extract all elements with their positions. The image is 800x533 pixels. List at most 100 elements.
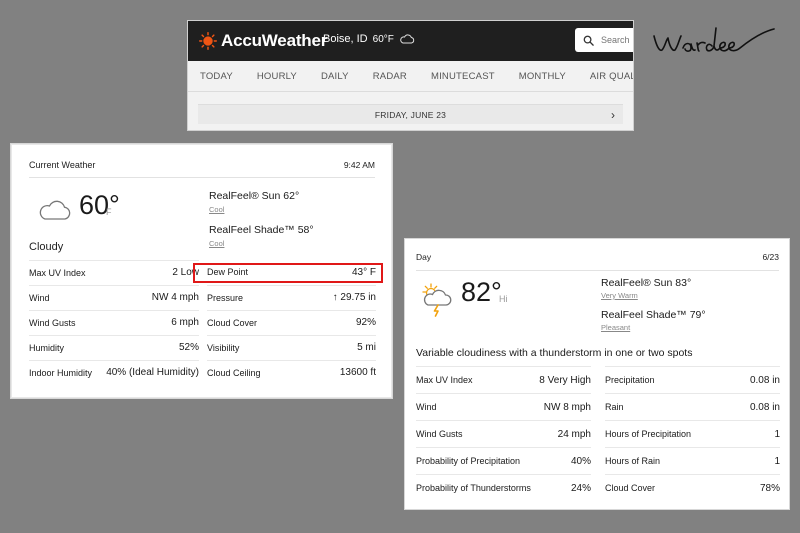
- location-name: Boise, ID: [323, 33, 368, 45]
- top-bar: AccuWeather Boise, ID 60°F: [188, 21, 633, 61]
- detail-value: 24 mph: [557, 428, 591, 440]
- detail-label: Wind Gusts: [29, 317, 76, 328]
- tab-air-quality[interactable]: AIR QUALITY: [590, 71, 633, 82]
- detail-value: 6 mph: [171, 317, 199, 328]
- detail-label: Rain: [605, 402, 624, 412]
- detail-label: Probability of Thunderstorms: [416, 483, 531, 493]
- detail-label: Wind: [416, 402, 437, 412]
- card-title: Day: [416, 252, 432, 262]
- detail-label: Indoor Humidity: [29, 367, 93, 378]
- tab-daily[interactable]: DAILY: [321, 71, 349, 82]
- detail-label: Cloud Ceiling: [207, 367, 261, 378]
- temperature-unit: F: [106, 207, 112, 217]
- detail-label: Visibility: [207, 342, 240, 353]
- detail-label: Humidity: [29, 342, 65, 353]
- thunderstorm-icon: [422, 283, 452, 317]
- detail-row-cloud-ceiling: Cloud Ceiling 13600 ft: [207, 360, 376, 384]
- detail-value: 40%: [570, 455, 591, 467]
- detail-row-precip-probability: Probability of Precipitation 40%: [416, 447, 591, 474]
- tab-hourly[interactable]: HOURLY: [257, 71, 297, 82]
- tab-minutecast[interactable]: MINUTECAST: [431, 71, 495, 82]
- realfeel-shade: RealFeel Shade™ 58°: [209, 224, 314, 236]
- detail-label: Hours of Precipitation: [605, 429, 692, 439]
- detail-value: 13600 ft: [339, 367, 376, 378]
- divider: [416, 270, 779, 271]
- detail-value: 92%: [355, 317, 376, 328]
- detail-value: 78%: [759, 482, 780, 494]
- realfeel-sun: RealFeel® Sun 83°: [601, 277, 692, 289]
- detail-label: Cloud Cover: [605, 483, 656, 493]
- detail-row-hours-rain: Hours of Rain 1: [605, 447, 780, 474]
- detail-row-hours-precipitation: Hours of Precipitation 1: [605, 420, 780, 447]
- realfeel-sun-desc[interactable]: Cool: [209, 205, 224, 214]
- chevron-right-icon[interactable]: ›: [611, 108, 615, 122]
- location-temp: 60°F: [372, 33, 394, 45]
- current-location[interactable]: Boise, ID 60°F: [323, 33, 415, 45]
- forecast-date: 6/23: [762, 252, 779, 262]
- detail-row-humidity: Humidity 52%: [29, 335, 199, 359]
- high-label: Hi: [499, 294, 508, 304]
- search-box[interactable]: [575, 28, 633, 52]
- detail-row-wind: Wind NW 8 mph: [416, 393, 591, 420]
- detail-row-thunderstorm-probability: Probability of Thunderstorms 24%: [416, 474, 591, 501]
- search-input[interactable]: [601, 35, 633, 45]
- accuweather-logo[interactable]: AccuWeather: [199, 30, 327, 52]
- detail-label: Hours of Rain: [605, 456, 661, 466]
- forecast-summary: Variable cloudiness with a thunderstorm …: [416, 347, 693, 359]
- detail-row-pressure: Pressure ↑ 29.75 in: [207, 285, 376, 309]
- card-title: Current Weather: [29, 160, 96, 170]
- detail-label: Max UV Index: [29, 267, 86, 278]
- date-label: FRIDAY, JUNE 23: [374, 110, 447, 120]
- detail-value: ↑ 29.75 in: [332, 292, 376, 303]
- realfeel-sun-desc[interactable]: Very Warm: [601, 291, 638, 300]
- divider: [29, 177, 375, 178]
- cloudy-icon: [39, 200, 71, 220]
- brand-name: AccuWeather: [221, 31, 328, 50]
- detail-value: 1: [774, 428, 780, 440]
- search-icon: [583, 35, 594, 46]
- detail-label: Precipitation: [605, 375, 655, 385]
- accuweather-header-card: AccuWeather Boise, ID 60°F TODAY HOURLY …: [187, 20, 634, 131]
- detail-label: Cloud Cover: [207, 317, 258, 328]
- realfeel-shade-desc[interactable]: Cool: [209, 239, 224, 248]
- tab-monthly[interactable]: MONTHLY: [519, 71, 566, 82]
- tab-today[interactable]: TODAY: [200, 71, 233, 82]
- sun-logo-icon: [199, 32, 217, 50]
- detail-row-visibility: Visibility 5 mi: [207, 335, 376, 359]
- current-temperature: 60°: [79, 190, 120, 220]
- detail-label: Probability of Precipitation: [416, 456, 521, 466]
- detail-row-max-uv: Max UV Index 8 Very High: [416, 366, 591, 393]
- observation-time: 9:42 AM: [343, 160, 375, 170]
- weather-phrase: Cloudy: [29, 241, 64, 253]
- day-high-temperature: 82°: [461, 277, 502, 307]
- detail-value: 52%: [178, 342, 199, 353]
- detail-label: Max UV Index: [416, 375, 473, 385]
- detail-row-cloud-cover: Cloud Cover 78%: [605, 474, 780, 501]
- detail-row-precipitation: Precipitation 0.08 in: [605, 366, 780, 393]
- detail-value: 5 mi: [357, 342, 376, 353]
- detail-row-wind-gusts: Wind Gusts 24 mph: [416, 420, 591, 447]
- detail-label: Pressure: [207, 292, 244, 303]
- detail-value: 40% (Ideal Humidity): [106, 367, 199, 378]
- cloud-icon: [400, 34, 415, 44]
- detail-row-indoor-humidity: Indoor Humidity 40% (Ideal Humidity): [29, 360, 199, 384]
- detail-value: 24%: [570, 482, 591, 494]
- detail-row-wind-gusts: Wind Gusts 6 mph: [29, 310, 199, 334]
- tab-radar[interactable]: RADAR: [373, 71, 407, 82]
- nav-tabs: TODAY HOURLY DAILY RADAR MINUTECAST MONT…: [188, 61, 633, 92]
- detail-value: 0.08 in: [749, 401, 780, 413]
- detail-row-rain: Rain 0.08 in: [605, 393, 780, 420]
- day-forecast-card: Day 6/23 82° Hi RealFeel® Sun 83° Very W…: [404, 238, 790, 510]
- realfeel-sun: RealFeel® Sun 62°: [209, 190, 300, 202]
- detail-label: Wind: [29, 292, 50, 303]
- dew-point-highlight-box: [193, 263, 383, 283]
- detail-label: Wind Gusts: [416, 429, 463, 439]
- detail-row-cloud-cover: Cloud Cover 92%: [207, 310, 376, 334]
- realfeel-shade-desc[interactable]: Pleasant: [601, 323, 630, 332]
- detail-value: 1: [774, 455, 780, 467]
- detail-value: 0.08 in: [749, 374, 780, 386]
- detail-row-max-uv: Max UV Index 2 Low: [29, 260, 199, 284]
- date-navigator: FRIDAY, JUNE 23 ›: [198, 104, 623, 124]
- detail-row-wind: Wind NW 4 mph: [29, 285, 199, 309]
- detail-value: NW 4 mph: [151, 292, 199, 303]
